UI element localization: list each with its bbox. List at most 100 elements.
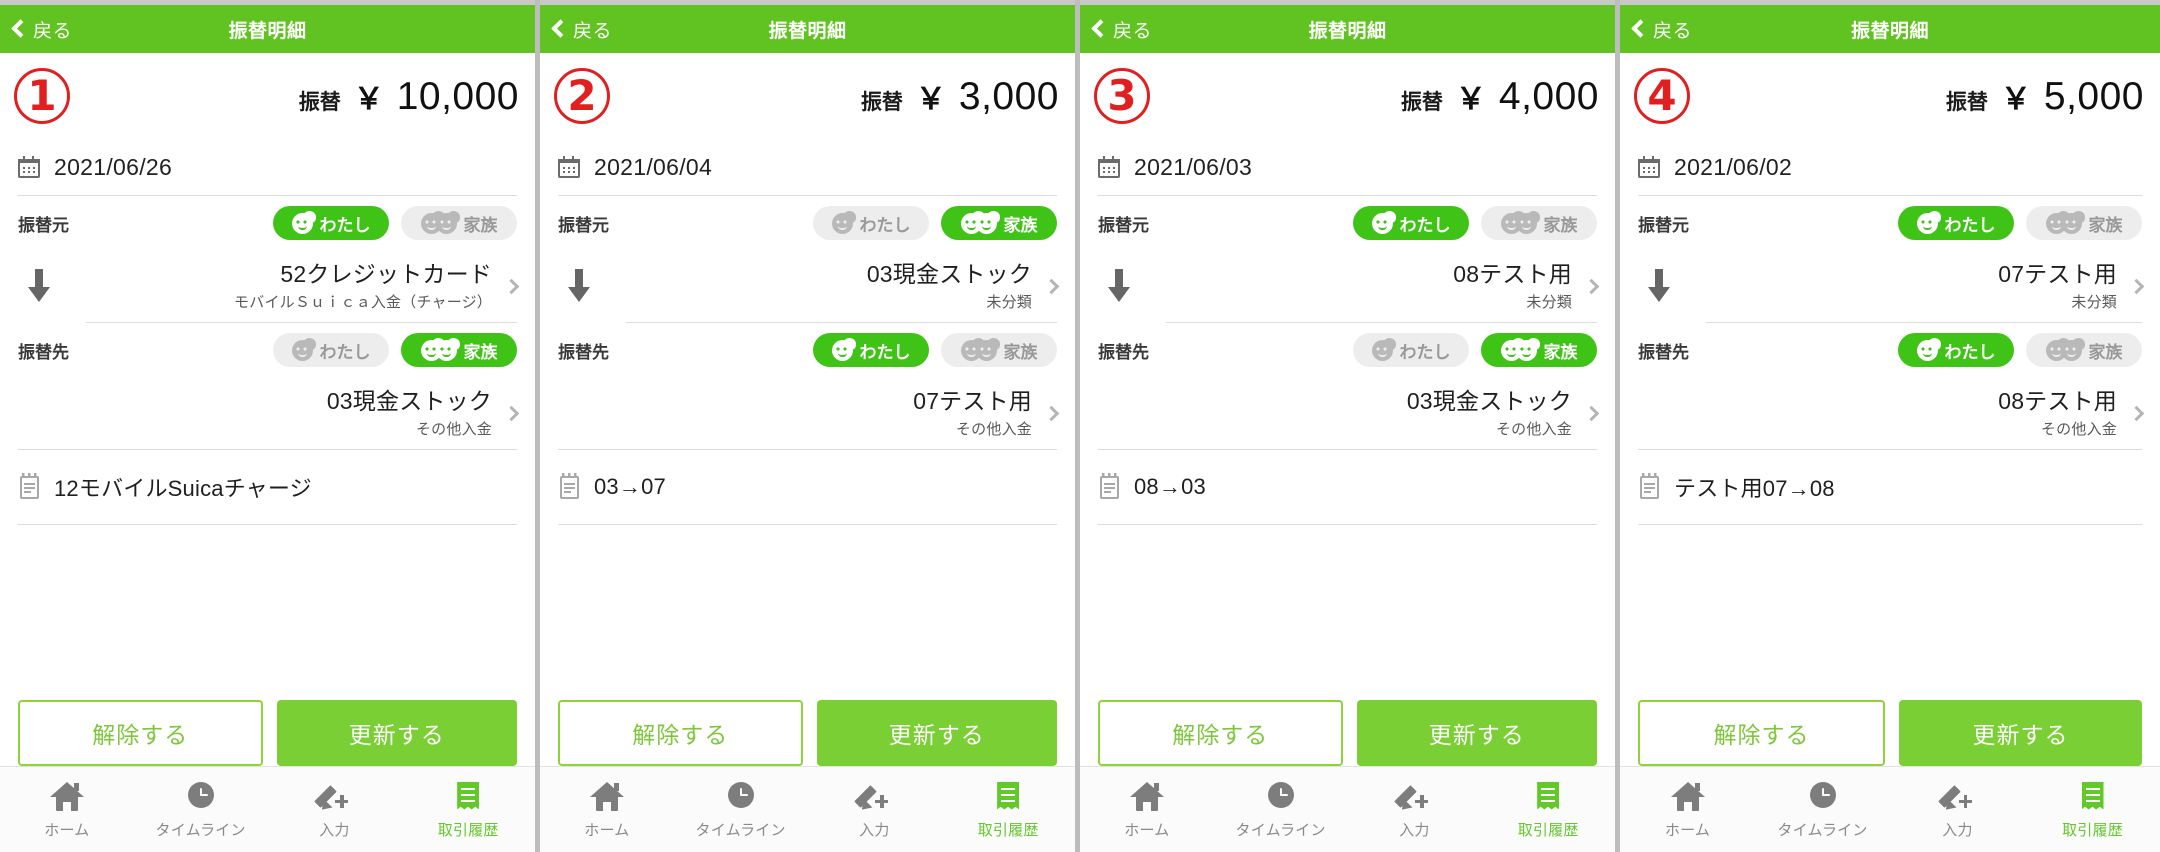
dest-account-selector[interactable]: 08テスト用 その他入金 [1706,377,2145,449]
dest-owner-me[interactable]: わたし [273,333,389,367]
date-row[interactable]: 2021/06/03 [1080,139,1615,195]
source-account-selector[interactable]: 52クレジットカード モバイルＳｕｉｃａ入金（チャージ） [86,250,520,322]
back-button[interactable]: 戻る [0,16,72,43]
transfer-date: 2021/06/04 [594,153,713,180]
amount-group: 振替 ￥ 3,000 [861,74,1059,119]
tab-input[interactable]: 入力 [1890,767,2025,852]
memo-row[interactable]: 12モバイルSuicaチャージ [0,450,535,524]
page-title: 振替明細 [1308,20,1387,42]
tab-home[interactable]: ホーム [1080,767,1214,852]
dest-owner-me[interactable]: わたし [813,333,929,367]
source-account-selector[interactable]: 07テスト用 未分類 [1706,250,2145,322]
chevron-right-icon [503,278,520,294]
family-icon [2045,337,2085,361]
dest-owner-me[interactable]: わたし [1353,333,1469,367]
flex-spacer [540,525,1075,700]
flex-spacer [0,525,535,700]
memo-text: 12モバイルSuicaチャージ [54,476,312,501]
tab-home[interactable]: ホーム [540,767,674,852]
source-owner-me[interactable]: わたし [1353,206,1469,240]
dest-owner-family[interactable]: 家族 [941,333,1057,367]
tab-timeline[interactable]: タイムライン [1214,767,1348,852]
dest-owner-me-label: わたし [1399,342,1451,362]
tab-history[interactable]: 取引履歴 [2025,767,2160,852]
amount-value: 5,000 [2043,74,2144,118]
tab-home[interactable]: ホーム [0,767,134,852]
tab-home-label: ホーム [584,821,630,839]
dest-segment-row: 振替先 わたし 家族 [1620,323,2160,377]
receipt-icon [451,780,485,812]
tab-home[interactable]: ホーム [1620,767,1755,852]
source-owner-family[interactable]: 家族 [941,206,1057,240]
back-button[interactable]: 戻る [540,16,612,43]
chevron-right-icon [2128,405,2145,421]
memo-icon [18,473,40,500]
dest-account-block: 03現金ストック その他入金 [0,377,535,449]
release-button[interactable]: 解除する [1098,700,1343,766]
amount-type-label: 振替 [1945,90,1988,114]
update-button[interactable]: 更新する [816,700,1057,766]
tab-timeline[interactable]: タイムライン [134,767,268,852]
tab-input-label: 入力 [319,821,350,839]
date-row[interactable]: 2021/06/04 [540,139,1075,195]
release-button[interactable]: 解除する [558,700,803,766]
amount-value: 4,000 [1498,74,1599,118]
memo-row[interactable]: 03→07 [540,450,1075,524]
transfer-direction-arrow [558,250,626,322]
tab-input[interactable]: 入力 [808,767,942,852]
source-account-category: 未分類 [1526,294,1572,312]
dest-account-selector[interactable]: 03現金ストック その他入金 [1166,377,1600,449]
person-icon [1916,210,1941,234]
source-owner-family[interactable]: 家族 [1481,206,1597,240]
source-owner-family-label: 家族 [1003,215,1038,235]
tab-history[interactable]: 取引履歴 [401,767,535,852]
family-icon [420,210,460,234]
source-owner-me[interactable]: わたし [1898,206,2014,240]
source-owner-me[interactable]: わたし [273,206,389,240]
amount-group: 振替 ￥ 10,000 [299,74,519,119]
memo-row[interactable]: テスト用07→08 [1620,450,2160,524]
tab-input[interactable]: 入力 [1348,767,1482,852]
dest-owner-family[interactable]: 家族 [1481,333,1597,367]
action-buttons: 解除する 更新する [1620,700,2160,766]
memo-icon [1638,473,1660,500]
date-row[interactable]: 2021/06/26 [0,139,535,195]
dest-label: 振替先 [1638,342,1689,362]
source-segment-row: 振替元 わたし 家族 [540,196,1075,250]
update-button[interactable]: 更新する [276,700,517,766]
update-button[interactable]: 更新する [1899,700,2142,766]
source-segment-row: 振替元 わたし 家族 [0,196,535,250]
dest-account-selector[interactable]: 03現金ストック その他入金 [86,377,520,449]
tab-history[interactable]: 取引履歴 [1481,767,1615,852]
source-account-selector[interactable]: 03現金ストック 未分類 [626,250,1060,322]
amount-row: 4 振替 ￥ 5,000 [1620,53,2160,139]
source-owner-family[interactable]: 家族 [2026,206,2142,240]
back-button[interactable]: 戻る [1620,16,1692,43]
release-button[interactable]: 解除する [18,700,263,766]
tab-history[interactable]: 取引履歴 [941,767,1075,852]
tab-input[interactable]: 入力 [268,767,402,852]
yen-symbol: ￥ [915,82,946,116]
tab-timeline[interactable]: タイムライン [674,767,808,852]
back-button[interactable]: 戻る [1080,16,1152,43]
source-account-block: 52クレジットカード モバイルＳｕｉｃａ入金（チャージ） [0,250,535,322]
memo-row[interactable]: 08→03 [1080,450,1615,524]
receipt-icon [2076,780,2110,812]
dest-account-selector[interactable]: 07テスト用 その他入金 [626,377,1060,449]
source-account-selector[interactable]: 08テスト用 未分類 [1166,250,1600,322]
release-button[interactable]: 解除する [1638,700,1885,766]
dest-owner-me[interactable]: わたし [1898,333,2014,367]
date-row[interactable]: 2021/06/02 [1620,139,2160,195]
tab-timeline[interactable]: タイムライン [1755,767,1890,852]
chevron-left-icon [1631,19,1650,38]
source-owner-me[interactable]: わたし [813,206,929,240]
memo-text: テスト用07→08 [1674,476,1835,501]
dest-label: 振替先 [18,342,69,362]
source-label: 振替元 [18,215,69,235]
chevron-right-icon [1583,405,1600,421]
dest-owner-family[interactable]: 家族 [2026,333,2142,367]
update-button[interactable]: 更新する [1356,700,1597,766]
dest-owner-family[interactable]: 家族 [401,333,517,367]
source-owner-family[interactable]: 家族 [401,206,517,240]
flex-spacer [1620,525,2160,700]
